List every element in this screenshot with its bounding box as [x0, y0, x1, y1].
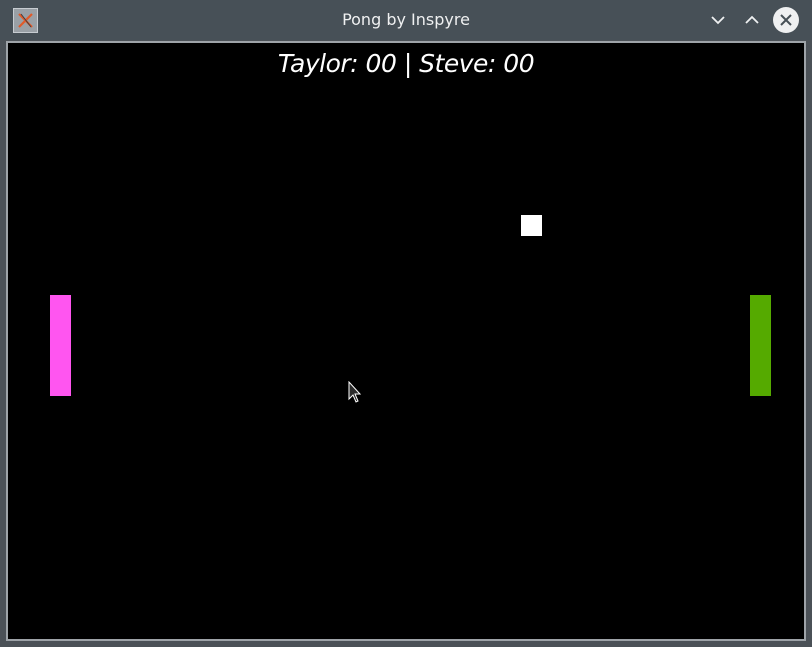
- mouse-pointer-icon: [348, 381, 362, 403]
- game-frame: Taylor: 00 | Steve: 00: [6, 41, 806, 641]
- title-bar[interactable]: Pong by Inspyre: [0, 0, 812, 40]
- game-canvas[interactable]: Taylor: 00 | Steve: 00: [11, 46, 801, 636]
- close-button[interactable]: [773, 7, 799, 33]
- chevron-up-icon: [745, 15, 759, 24]
- window-title: Pong by Inspyre: [342, 10, 470, 29]
- close-icon: [780, 14, 792, 26]
- minimize-button[interactable]: [705, 7, 731, 33]
- chevron-down-icon: [711, 16, 725, 25]
- left-paddle: [50, 295, 71, 396]
- ball: [521, 215, 542, 236]
- scoreboard: Taylor: 00 | Steve: 00: [277, 49, 535, 78]
- app-window: Pong by Inspyre Taylor: 00 | Steve: 00: [0, 0, 812, 647]
- right-paddle: [750, 295, 771, 396]
- maximize-button[interactable]: [739, 7, 765, 33]
